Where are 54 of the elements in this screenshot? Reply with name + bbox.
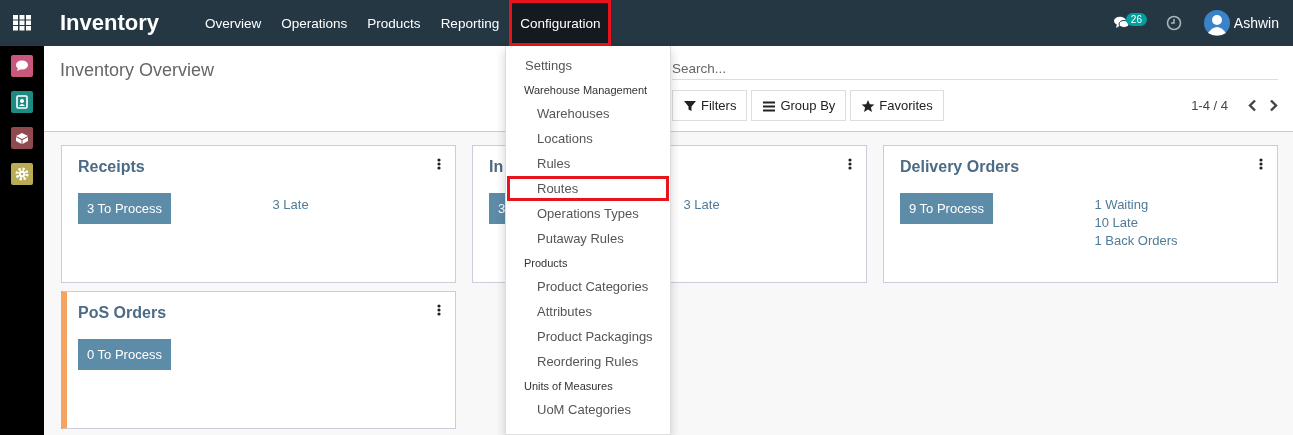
menu-section-header: Products — [523, 256, 569, 271]
chat-app-icon[interactable] — [11, 55, 33, 77]
message-count-badge: 26 — [1125, 13, 1147, 26]
to-process-button[interactable]: 9 To Process — [900, 193, 993, 224]
nav-menu-item[interactable]: Configuration — [509, 0, 612, 46]
user-name[interactable]: Ashwin — [1233, 15, 1279, 31]
menu-item[interactable]: Product Packagings — [507, 324, 669, 349]
apps-menu-icon[interactable] — [13, 15, 31, 31]
menu-item[interactable]: Locations — [507, 126, 669, 151]
card-title[interactable]: Receipts — [78, 158, 145, 176]
status-link[interactable]: 1 Back Orders — [1094, 233, 1261, 248]
status-link[interactable]: 10 Late — [1094, 215, 1261, 230]
to-process-button[interactable]: 0 To Process — [78, 339, 171, 370]
pager-count: 1-4 / 4 — [1191, 98, 1228, 113]
card-title[interactable]: PoS Orders — [78, 304, 167, 322]
nav-menu-item[interactable]: Reporting — [430, 0, 510, 46]
menu-section-header: Warehouse Management — [523, 83, 649, 98]
avatar-icon[interactable] — [1203, 10, 1230, 36]
contacts-app-icon[interactable] — [11, 91, 33, 113]
card-title[interactable]: In — [489, 158, 504, 176]
to-process-button[interactable]: 3 To Process — [78, 193, 171, 224]
next-page-icon[interactable] — [1269, 99, 1278, 112]
menu-item[interactable]: Warehouses — [507, 101, 669, 126]
menu-item[interactable]: Attributes — [507, 299, 669, 324]
menu-item[interactable]: Settings — [507, 53, 669, 78]
menu-item[interactable]: Putaway Rules — [507, 226, 669, 251]
clock-icon[interactable] — [1165, 15, 1182, 31]
app-title: Inventory — [60, 10, 160, 36]
star-icon — [861, 98, 876, 113]
filter-icon — [683, 98, 697, 113]
nav-menu-item[interactable]: Overview — [195, 0, 272, 46]
menu-item[interactable]: Rules — [507, 151, 669, 176]
more-options-icon[interactable] — [437, 158, 441, 170]
menu-item[interactable]: Product Categories — [507, 274, 669, 299]
search-option-button[interactable]: Group By — [751, 90, 847, 121]
menu-item[interactable]: Reordering Rules — [507, 349, 669, 374]
nav-menu-item[interactable]: Products — [357, 0, 431, 46]
card-title[interactable]: Delivery Orders — [900, 158, 1020, 176]
more-options-icon[interactable] — [1259, 158, 1263, 170]
previous-page-icon[interactable] — [1248, 99, 1257, 112]
menu-item[interactable]: UoM Categories — [507, 397, 669, 422]
status-link[interactable]: 1 Waiting — [1094, 197, 1261, 212]
settings-app-icon[interactable] — [11, 163, 33, 185]
chat-icon[interactable] — [1113, 16, 1130, 30]
more-options-icon[interactable] — [848, 158, 852, 170]
search-option-button[interactable]: Favorites — [850, 90, 944, 121]
menu-section-header: Units of Measures — [523, 379, 614, 394]
page-title: Inventory Overview — [60, 60, 215, 80]
status-link[interactable]: 3 Late — [272, 197, 439, 212]
box-app-icon[interactable] — [11, 127, 33, 149]
status-link[interactable]: 3 Late — [683, 197, 850, 212]
search-option-button[interactable]: Filters — [672, 90, 748, 121]
more-options-icon[interactable] — [437, 304, 441, 316]
nav-menu-item[interactable]: Operations — [271, 0, 358, 46]
